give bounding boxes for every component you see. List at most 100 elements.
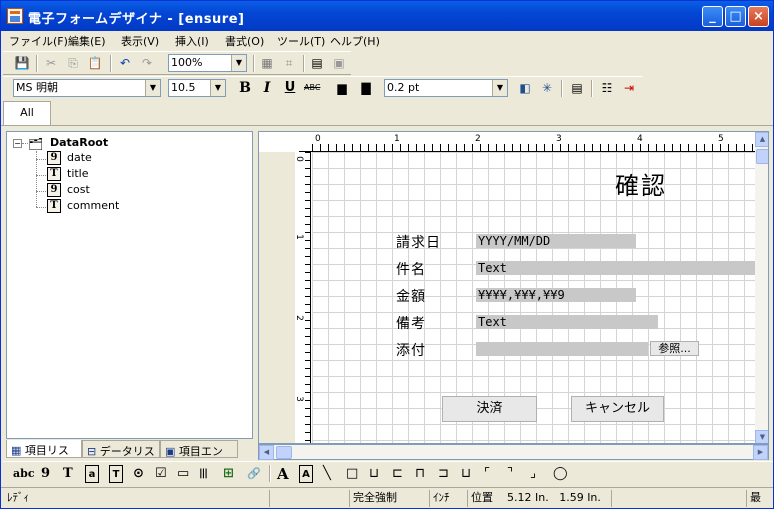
tab-all[interactable]: All [3, 101, 51, 125]
chevron-down-icon[interactable]: ▼ [210, 80, 225, 96]
scroll-up-icon[interactable]: ▲ [755, 132, 768, 147]
number-tool-icon[interactable]: 9 [41, 465, 50, 483]
layout-icon[interactable]: ▤ [309, 55, 325, 71]
form-field-comment[interactable]: Text [476, 315, 658, 329]
font-select[interactable]: MS 明朝 ▼ [13, 79, 161, 97]
app-icon[interactable] [7, 8, 23, 24]
minimize-button[interactable]: _ [702, 6, 723, 27]
redo-icon[interactable]: ↷ [139, 55, 155, 71]
form-label-date[interactable]: 請求日 [396, 232, 441, 252]
ruler-tick-label: 2 [475, 134, 481, 144]
table-icon[interactable]: ▤ [569, 80, 585, 96]
image-tool-icon[interactable]: ⊞ [223, 465, 234, 483]
zoom-select[interactable]: 100% ▼ [168, 54, 247, 72]
left-bracket-tool-icon[interactable]: ⊏ [392, 465, 403, 483]
line-tool-icon[interactable]: ╲ [323, 465, 331, 483]
maximize-button[interactable]: □ [725, 6, 746, 27]
form-label-cost[interactable]: 金額 [396, 286, 426, 306]
delete-icon[interactable]: ⇥ [621, 80, 637, 96]
frame-text-tool-icon[interactable]: A [299, 465, 313, 483]
chevron-down-icon[interactable]: ▼ [145, 80, 160, 96]
collapse-icon[interactable]: − [13, 139, 22, 148]
grid-icon[interactable]: ▦ [259, 55, 275, 71]
corner-tr-tool-icon[interactable]: ⌝ [507, 465, 513, 483]
font-size-select[interactable]: 10.5 ▼ [168, 79, 226, 97]
form-field-date[interactable]: YYYY/MM/DD [476, 234, 636, 248]
chevron-down-icon[interactable]: ▼ [231, 55, 246, 71]
color-icon[interactable]: ◧ [517, 80, 533, 96]
approve-button[interactable]: 決済 [442, 396, 537, 422]
bold-button[interactable]: B [237, 80, 253, 96]
design-canvas[interactable]: 0 1 2 3 4 5 0 1 2 3 確認 請求日 YYYY/MM/DD 件名… [258, 131, 769, 444]
scroll-thumb[interactable] [756, 149, 768, 164]
text-box-tool-icon[interactable]: a [85, 465, 99, 483]
rectangle-tool-icon[interactable]: □ [346, 465, 358, 483]
vertical-scrollbar[interactable]: ▲ ▼ [755, 132, 768, 443]
underline-button[interactable]: U [282, 80, 298, 96]
cut-icon[interactable]: ✂ [43, 55, 59, 71]
italic-button[interactable]: I [259, 80, 275, 96]
scroll-right-icon[interactable]: ▶ [753, 445, 768, 460]
close-button[interactable]: × [748, 6, 769, 27]
tree-root-label[interactable]: DataRoot [50, 136, 108, 149]
chevron-down-icon[interactable]: ▼ [492, 80, 507, 96]
button-tool-icon[interactable]: ▭ [177, 465, 189, 483]
menu-tools[interactable]: ツール(T) [277, 33, 325, 49]
tree-item-date[interactable]: 9 date [47, 151, 92, 167]
title-bar[interactable]: 電子フォームデザイナ - [ensure] _ □ × [1, 1, 773, 31]
tree-item-title[interactable]: Ttitle [47, 167, 89, 183]
scroll-down-icon[interactable]: ▼ [755, 430, 768, 443]
menu-insert[interactable]: 挿入(I) [175, 33, 209, 49]
snap-icon[interactable]: ⌗ [281, 55, 297, 71]
scroll-thumb[interactable] [276, 446, 292, 459]
barcode-tool-icon[interactable]: ||| [199, 465, 208, 483]
corner-br-tool-icon[interactable]: ⌟ [530, 465, 536, 483]
right-bracket-tool-icon[interactable]: ⊐ [438, 465, 449, 483]
tree-item-cost[interactable]: 9 cost [47, 183, 90, 199]
open-box-tool-icon[interactable]: ⊔ [369, 465, 379, 483]
ellipse-tool-icon[interactable]: ◯ [553, 465, 568, 483]
horizontal-scrollbar[interactable]: ◀ ▶ [258, 444, 769, 460]
tree-item-comment[interactable]: Tcomment [47, 199, 119, 215]
label-tool-icon[interactable]: A [277, 465, 289, 483]
radio-tool-icon[interactable]: ⊙ [133, 465, 144, 483]
scroll-left-icon[interactable]: ◀ [259, 445, 274, 460]
text-tool-icon[interactable]: T [63, 465, 73, 483]
bottom-bracket-tool-icon[interactable]: ⊔ [461, 465, 471, 483]
top-bracket-tool-icon[interactable]: ⊓ [415, 465, 425, 483]
form-page[interactable]: 確認 請求日 YYYY/MM/DD 件名 Text 金額 ¥¥¥¥,¥¥¥,¥¥… [312, 152, 755, 443]
form-label-attachment[interactable]: 添付 [396, 340, 426, 360]
save-icon[interactable]: 💾 [14, 55, 30, 71]
line-width-select[interactable]: 0.2 pt ▼ [384, 79, 508, 97]
undo-icon[interactable]: ↶ [117, 55, 133, 71]
menu-view[interactable]: 表示(V) [121, 33, 159, 49]
form-field-title[interactable]: Text [476, 261, 755, 275]
text-label-tool-icon[interactable]: abc [13, 465, 35, 483]
style-icon[interactable]: ✳ [539, 80, 555, 96]
preview-icon[interactable]: ▣ [331, 55, 347, 71]
tab-item-list[interactable]: ▦ 項目リスト [6, 440, 82, 473]
form-field-cost[interactable]: ¥¥¥¥,¥¥¥,¥¥9 [476, 288, 636, 302]
link-tool-icon[interactable]: 🔗 [247, 465, 261, 483]
menu-format[interactable]: 書式(O) [225, 33, 264, 49]
properties-icon[interactable]: ☷ [599, 80, 615, 96]
paste-icon[interactable]: 📋 [87, 55, 103, 71]
browse-button[interactable]: 参照... [650, 341, 699, 356]
strikethrough-icon[interactable]: ABC [304, 80, 320, 96]
bring-front-icon[interactable]: ▆ [334, 80, 350, 96]
form-field-attachment[interactable] [476, 342, 648, 356]
form-heading[interactable]: 確認 [615, 166, 667, 201]
form-label-comment[interactable]: 備考 [396, 313, 426, 333]
copy-icon[interactable]: ⎘ [65, 55, 81, 71]
corner-tl-tool-icon[interactable]: ⌜ [484, 465, 490, 483]
cancel-button[interactable]: キャンセル [571, 396, 664, 422]
menu-file[interactable]: ファイル(F) [9, 33, 68, 49]
tab-data-list[interactable]: ⊟ データリスト [82, 440, 160, 474]
tab-item-entry[interactable]: ▣ 項目エントリ [160, 440, 238, 474]
checkbox-tool-icon[interactable]: ☑ [155, 465, 167, 483]
menu-edit[interactable]: 編集(E) [68, 33, 106, 49]
form-label-title[interactable]: 件名 [396, 259, 426, 279]
menu-help[interactable]: ヘルプ(H) [330, 33, 380, 49]
text-input-tool-icon[interactable]: T [109, 465, 123, 483]
send-back-icon[interactable]: ▇ [358, 80, 374, 96]
